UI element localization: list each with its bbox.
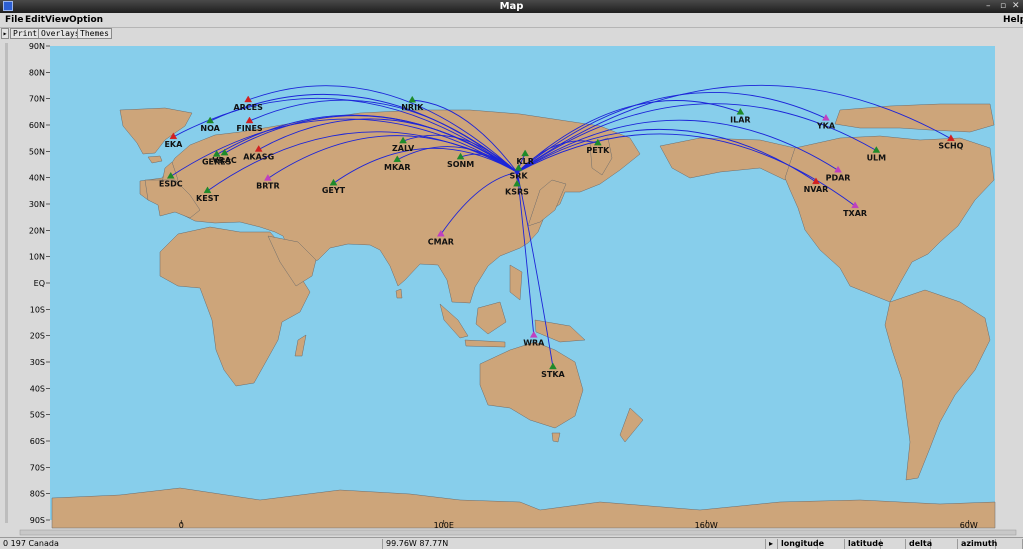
lat-label: 40S <box>30 384 45 393</box>
station-label: BRTR <box>256 181 280 190</box>
menu-option[interactable]: Option <box>69 14 103 27</box>
toolbar: ▸ Print Overlays Themes <box>0 28 1023 40</box>
lon-label: 100E <box>434 521 454 530</box>
station-label: ILAR <box>730 115 750 124</box>
status-arrow-icon[interactable]: ▸ <box>766 539 778 549</box>
station-label: SCHQ <box>938 142 963 151</box>
station-label: GEYT <box>322 186 346 195</box>
map-panel: 90N 80N 70N 60N 50N 40N 30N 20N 10N EQ 10S 20S 30S 40… <box>0 40 1023 537</box>
lat-label: 90S <box>30 516 45 525</box>
lat-label: 80N <box>29 68 45 77</box>
station-label: PETK <box>586 146 610 155</box>
statusbar: 0 197 Canada 99.76W 87.77N ▸ longitude l… <box>0 537 1023 549</box>
lat-label: 70N <box>29 95 45 104</box>
lat-label: 20N <box>29 226 45 235</box>
world-map[interactable]: 90N 80N 70N 60N 50N 40N 30N 20N 10N EQ 10S 20S 30S 40… <box>0 40 1023 537</box>
station-label: EKA <box>164 140 183 149</box>
station-label: ESDC <box>159 179 183 188</box>
azimuth-label: azimuth <box>958 539 997 549</box>
station-label: FINES <box>236 124 263 133</box>
lat-label: 20S <box>30 332 45 341</box>
window-title: Map <box>499 1 524 12</box>
print-button[interactable]: Print <box>10 28 41 39</box>
station-label: ARCES <box>233 103 263 112</box>
lat-label: 60S <box>30 437 45 446</box>
delta-label: delta <box>906 539 932 549</box>
delta-field[interactable] <box>931 539 958 549</box>
hub-point <box>515 170 520 175</box>
latitude-field[interactable] <box>881 539 906 549</box>
station-label: ULM <box>867 154 887 163</box>
status-cursor-info: 0 197 Canada <box>0 539 383 549</box>
lat-label: 40N <box>29 174 45 183</box>
menu-view[interactable]: View <box>45 14 69 27</box>
station-label: NRIK <box>401 103 424 112</box>
horizontal-scrollbar[interactable] <box>19 529 1017 536</box>
lat-label: 60N <box>29 121 45 130</box>
station-label: YKA <box>816 121 836 130</box>
lat-label: EQ <box>34 279 45 288</box>
lon-label: 60W <box>960 521 978 530</box>
station-label: ZALV <box>392 144 415 153</box>
station-label: TXAR <box>843 209 867 218</box>
vertical-scrollbar[interactable] <box>5 43 8 523</box>
lat-label: 80S <box>30 490 45 499</box>
lat-label: 50N <box>29 147 45 156</box>
themes-button[interactable]: Themes <box>77 28 112 39</box>
station-label: NVAR <box>804 185 829 194</box>
longitude-label: longitude <box>778 539 824 549</box>
minimize-icon[interactable]: – <box>986 0 991 13</box>
window-titlebar: Map – ▫ ✕ <box>0 0 1023 13</box>
menubar: File Edit View Option Help <box>0 13 1023 28</box>
lat-label: 30S <box>30 358 45 367</box>
azimuth-field[interactable] <box>996 539 1023 549</box>
status-cursor-coords: 99.76W 87.77N <box>383 539 766 549</box>
station-label: KEST <box>196 194 219 203</box>
station-label: AKASG <box>243 152 274 161</box>
lat-label: 30N <box>29 200 45 209</box>
station-label: MKAR <box>384 163 411 172</box>
station-label: STKA <box>541 370 565 379</box>
station-label: WRA <box>523 338 545 347</box>
station-label: KLR <box>516 157 533 166</box>
longitude-field[interactable] <box>818 539 845 549</box>
overlays-button[interactable]: Overlays <box>38 28 83 39</box>
lat-label: 50S <box>30 411 45 420</box>
station-label: SONM <box>447 160 474 169</box>
station-label: VRAC <box>212 156 237 165</box>
menu-file[interactable]: File <box>5 14 23 27</box>
toolbar-toggle-icon[interactable]: ▸ <box>1 28 9 39</box>
lon-label: 0 <box>179 521 184 530</box>
station-label: CMAR <box>428 237 454 246</box>
lon-label: 160W <box>695 521 718 530</box>
station-label: PDAR <box>826 173 851 182</box>
station-label: KSRS <box>505 187 529 196</box>
close-icon[interactable]: ✕ <box>1012 0 1020 13</box>
lat-label: 10S <box>30 305 45 314</box>
lat-label: 10N <box>29 253 45 262</box>
station-label: NOA <box>200 124 220 133</box>
maximize-icon[interactable]: ▫ <box>1000 0 1006 13</box>
lat-label: 70S <box>30 463 45 472</box>
menu-edit[interactable]: Edit <box>25 14 45 27</box>
latitude-label: latitude <box>845 539 883 549</box>
menu-help[interactable]: Help <box>1003 14 1023 27</box>
lat-label: 90N <box>29 42 45 51</box>
